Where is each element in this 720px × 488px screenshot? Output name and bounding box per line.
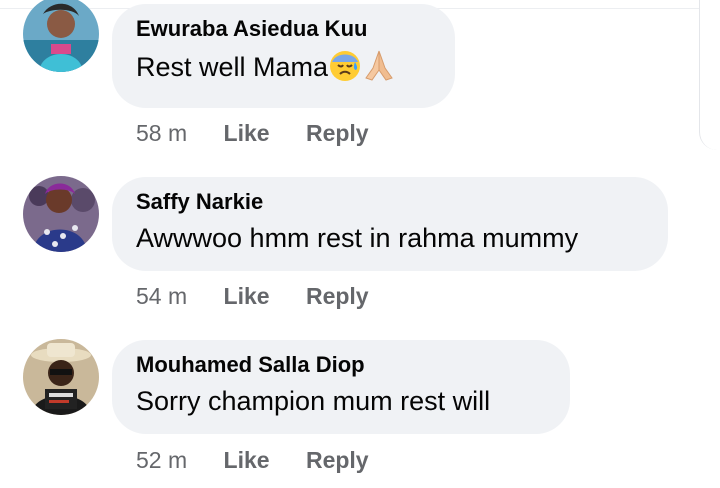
comment-author[interactable]: Ewuraba Asiedua Kuu xyxy=(136,16,431,42)
sad-sweat-face-icon xyxy=(330,51,361,81)
avatar-photo-icon xyxy=(23,176,99,252)
comment-author[interactable]: Saffy Narkie xyxy=(136,189,644,215)
avatar[interactable] xyxy=(23,176,99,252)
reply-button[interactable]: Reply xyxy=(306,120,369,146)
comment-bubble[interactable]: Ewuraba Asiedua Kuu Rest well Mama xyxy=(112,4,455,108)
comment-time[interactable]: 54 m xyxy=(136,283,187,309)
comment-text-content: Rest well Mama xyxy=(136,52,329,82)
comment-author[interactable]: Mouhamed Salla Diop xyxy=(136,352,546,378)
comment-meta: 54 m Like Reply xyxy=(136,282,399,310)
comment-bubble[interactable]: Mouhamed Salla Diop Sorry champion mum r… xyxy=(112,340,570,434)
comment-text: Rest well Mama xyxy=(136,48,431,84)
like-button[interactable]: Like xyxy=(224,447,270,473)
comment-meta: 58 m Like Reply xyxy=(136,119,399,147)
like-button[interactable]: Like xyxy=(224,283,270,309)
comment-time[interactable]: 52 m xyxy=(136,447,187,473)
comment-text: Sorry champion mum rest will xyxy=(136,386,491,416)
scrollbar-edge[interactable] xyxy=(699,0,720,150)
avatar[interactable] xyxy=(23,0,99,72)
folded-hands-icon xyxy=(365,50,393,81)
like-button[interactable]: Like xyxy=(224,120,270,146)
avatar-photo-icon xyxy=(23,0,99,72)
reply-button[interactable]: Reply xyxy=(306,283,369,309)
avatar[interactable] xyxy=(23,339,99,415)
avatar-photo-icon xyxy=(23,339,99,415)
comment-time[interactable]: 58 m xyxy=(136,120,187,146)
comment-bubble[interactable]: Saffy Narkie Awwwoo hmm rest in rahma mu… xyxy=(112,177,668,271)
reply-button[interactable]: Reply xyxy=(306,447,369,473)
comment-text: Awwwoo hmm rest in rahma mummy xyxy=(136,223,579,253)
comment-meta: 52 m Like Reply xyxy=(136,446,399,474)
